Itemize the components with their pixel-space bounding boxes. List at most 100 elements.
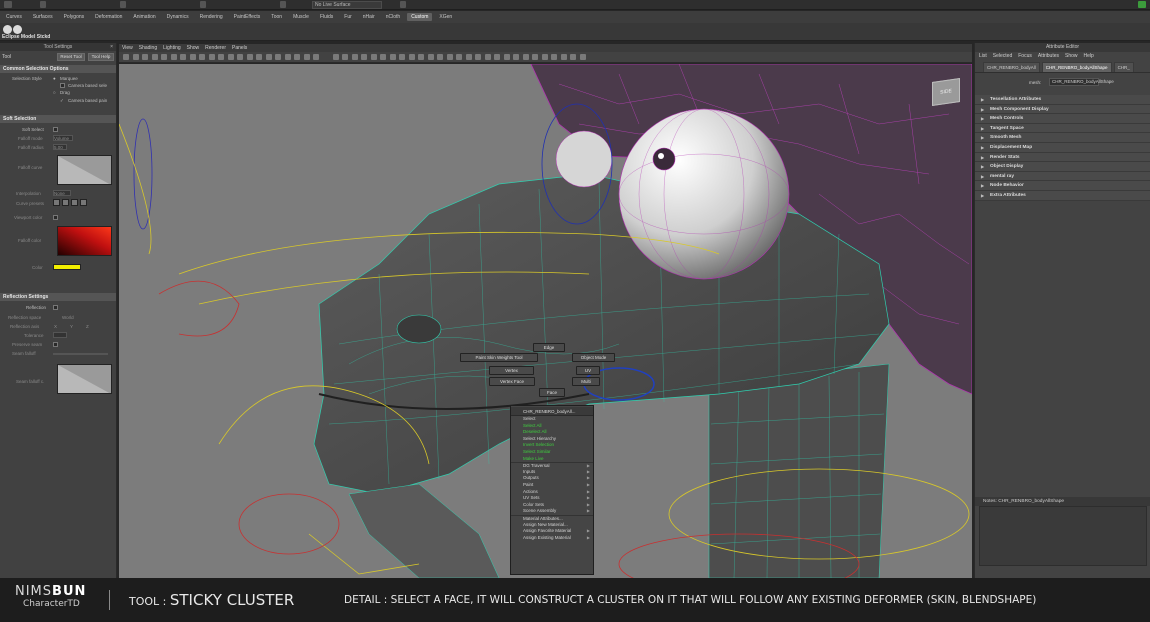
viewport-tool-icon[interactable] [151, 54, 158, 60]
viewport-tool-icon[interactable] [551, 54, 557, 60]
viewport-menu-item[interactable]: Shading [139, 45, 157, 51]
viewport-tool-icon[interactable] [256, 54, 262, 60]
viewport-menu-item[interactable]: Panels [232, 45, 247, 51]
viewport-tool-icon[interactable] [294, 54, 300, 60]
marking-menu-edge[interactable]: Edge [533, 343, 565, 352]
marquee-radio-icon[interactable]: ● [53, 76, 56, 81]
attribute-section[interactable]: Node Behavior [975, 181, 1150, 191]
attribute-section[interactable]: Render Stats [975, 152, 1150, 163]
viewport-tool-icon[interactable] [180, 54, 186, 60]
reflection-axis-x[interactable]: X [54, 324, 57, 329]
attribute-editor-menu-item[interactable]: List [979, 52, 987, 61]
curve-preset-icon[interactable] [53, 199, 60, 206]
attribute-section[interactable]: Mesh Component Display [975, 104, 1150, 115]
viewport-tool-icon[interactable] [579, 54, 586, 60]
seam-falloff-slider[interactable] [53, 353, 108, 355]
shelf-tab[interactable]: nHair [359, 13, 379, 21]
viewport-tool-icon[interactable] [437, 54, 443, 60]
shelf-tab[interactable]: Custom [407, 13, 433, 21]
attribute-section[interactable]: Extra Attributes [975, 190, 1150, 201]
context-menu-item[interactable]: Material Attributes... [511, 514, 593, 522]
viewport-tool-icon[interactable] [494, 54, 500, 60]
marking-menu-vertex[interactable]: Vertex [489, 366, 534, 375]
status-icon[interactable] [200, 1, 206, 8]
viewport-tool-icon[interactable] [522, 54, 529, 60]
context-menu-item[interactable]: Make Live [511, 456, 593, 463]
shelf-tab[interactable]: Dynamics [163, 13, 193, 21]
status-icon[interactable] [120, 1, 126, 8]
tolerance-field[interactable] [53, 332, 67, 338]
drag-radio-icon[interactable]: ○ [53, 90, 56, 95]
viewport-tool-icon[interactable] [246, 54, 253, 60]
viewport-tool-icon[interactable] [303, 54, 310, 60]
context-menu-item[interactable]: Paint ▶ [511, 482, 593, 489]
context-menu-item[interactable]: Select All [511, 423, 593, 430]
context-menu-item[interactable]: Select [511, 416, 593, 423]
viewport-tool-icon[interactable] [399, 54, 405, 60]
viewport-tool-icon[interactable] [332, 54, 339, 60]
viewport-color-checkbox[interactable] [53, 215, 58, 220]
reset-tool-button[interactable]: Reset Tool [57, 53, 85, 61]
common-selection-header[interactable]: Common Selection Options [0, 65, 116, 73]
viewport-tool-icon[interactable] [465, 54, 472, 60]
attribute-editor-tab[interactable]: CHR_RENBRO_bodyAllShape [1041, 62, 1112, 72]
viewport-tool-icon[interactable] [351, 54, 358, 60]
status-icon[interactable] [40, 1, 46, 8]
viewport-tool-icon[interactable] [475, 54, 481, 60]
context-menu-item[interactable]: Scene Assembly ▶ [511, 508, 593, 515]
mesh-name-field[interactable]: CHR_RENBRO_bodyAllShape [1049, 78, 1114, 86]
soft-select-checkbox[interactable] [53, 127, 58, 132]
shelf-tab[interactable]: Animation [129, 13, 159, 21]
viewport-tool-icon[interactable] [142, 54, 148, 60]
soft-selection-header[interactable]: Soft Selection [0, 115, 116, 123]
viewport[interactable]: SIDE Edge Object Mode Paint Skin Weights… [119, 64, 972, 578]
camera-based-selection-checkbox[interactable] [60, 83, 65, 88]
status-icon[interactable] [280, 1, 286, 8]
viewport-menu-item[interactable]: View [122, 45, 133, 51]
falloff-curve-ramp[interactable] [57, 155, 112, 185]
reflection-space-value[interactable]: World [62, 315, 74, 320]
viewport-tool-icon[interactable] [361, 54, 367, 60]
viewport-tool-icon[interactable] [132, 54, 139, 60]
context-menu-item[interactable]: UV Sets ▶ [511, 495, 593, 502]
shelf-tab[interactable]: Deformation [91, 13, 126, 21]
check-icon[interactable]: ✓ [60, 98, 64, 104]
shelf-tab[interactable]: Fur [340, 13, 356, 21]
color-swatch[interactable] [53, 264, 81, 270]
attribute-editor-menu-item[interactable]: Attributes [1038, 52, 1059, 61]
script-editor-icon[interactable] [1138, 1, 1146, 8]
context-menu-item[interactable]: Assign Existing Material ▶ [511, 535, 593, 542]
viewport-menu-item[interactable]: Renderer [205, 45, 226, 51]
tool-help-button[interactable]: Tool Help [88, 53, 114, 61]
viewport-tool-icon[interactable] [284, 54, 291, 60]
attribute-section[interactable]: Tangent Space [975, 123, 1150, 134]
curve-preset-icon[interactable] [80, 199, 87, 206]
viewport-tool-icon[interactable] [408, 54, 415, 60]
context-menu-item[interactable]: Actions ▶ [511, 489, 593, 496]
context-menu-item[interactable]: Invert Selection [511, 442, 593, 449]
marking-menu-uv[interactable]: UV [576, 366, 600, 375]
close-icon[interactable]: × [110, 43, 113, 51]
viewport-tool-icon[interactable] [370, 54, 377, 60]
viewport-tool-icon[interactable] [484, 54, 491, 60]
viewport-tool-icon[interactable] [275, 54, 281, 60]
reflection-axis-z[interactable]: Z [86, 324, 89, 329]
context-menu-item[interactable]: Deselect All [511, 429, 593, 436]
viewport-tool-icon[interactable] [446, 54, 453, 60]
viewport-tool-icon[interactable] [342, 54, 348, 60]
viewport-tool-icon[interactable] [123, 54, 129, 60]
shelf-tab[interactable]: Toon [267, 13, 286, 21]
live-surface-dropdown[interactable]: No Live Surface [312, 1, 382, 9]
context-menu-item[interactable]: Assign Favorite Material ▶ [511, 528, 593, 535]
viewport-tool-icon[interactable] [237, 54, 243, 60]
viewport-tool-icon[interactable] [208, 54, 215, 60]
status-icon[interactable] [400, 1, 406, 8]
context-menu-item[interactable]: DG Traversal ▶ [511, 462, 593, 469]
viewport-tool-icon[interactable] [170, 54, 177, 60]
viewport-tool-icon[interactable] [227, 54, 234, 60]
curve-preset-icon[interactable] [62, 199, 69, 206]
shelf-sphere-icon[interactable] [3, 25, 12, 34]
viewport-tool-icon[interactable] [532, 54, 538, 60]
viewport-tool-icon[interactable] [560, 54, 567, 60]
reflection-axis-y[interactable]: Y [70, 324, 73, 329]
